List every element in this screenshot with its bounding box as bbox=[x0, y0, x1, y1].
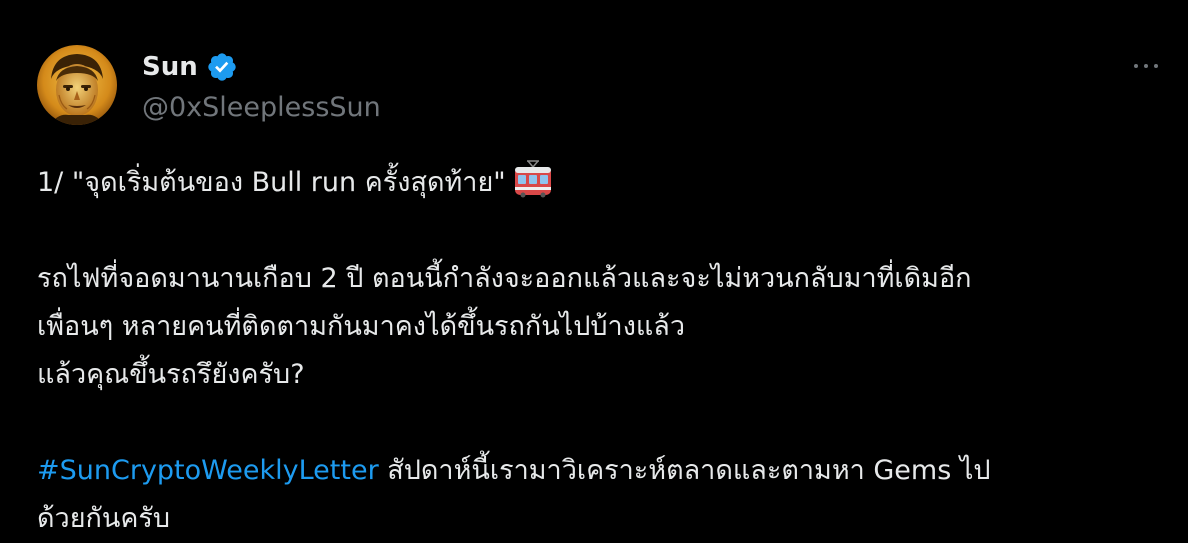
train-emoji-icon bbox=[512, 157, 554, 199]
author-info: Sun @0xSleeplessSun bbox=[142, 50, 381, 123]
avatar-image bbox=[37, 45, 117, 125]
tweet-line: แล้วคุณขึ้นรถรึยังครับ? bbox=[37, 359, 305, 390]
tweet-line: รถไฟที่จอดมานานเกือบ 2 ปี ตอนนี้กำลังจะอ… bbox=[37, 263, 972, 294]
tweet-text: 1/ "จุดเริ่มต้นของ Bull run ครั้งสุดท้าย… bbox=[37, 157, 1157, 543]
tweet-line-text: สัปดาห์นี้เรามาวิเคราะห์ตลาดและตามหา Gem… bbox=[378, 455, 991, 486]
tweet: Sun @0xSleeplessSun 1/ "จุดเริ่มต้นของ B… bbox=[0, 0, 1188, 542]
more-icon bbox=[1134, 64, 1138, 68]
tweet-line: #SunCryptoWeeklyLetter สัปดาห์นี้เรามาวิ… bbox=[37, 447, 1157, 495]
avatar[interactable] bbox=[37, 45, 117, 125]
display-name[interactable]: Sun bbox=[142, 52, 198, 82]
tweet-line: 1/ "จุดเริ่มต้นของ Bull run ครั้งสุดท้าย… bbox=[37, 157, 1157, 207]
more-icon-dot bbox=[1154, 64, 1158, 68]
tweet-line-text: 1/ "จุดเริ่มต้นของ Bull run ครั้งสุดท้าย… bbox=[37, 167, 506, 198]
name-row: Sun bbox=[142, 50, 381, 84]
hashtag-link[interactable]: #SunCryptoWeeklyLetter bbox=[37, 455, 379, 486]
verified-badge-icon[interactable] bbox=[206, 51, 238, 83]
tweet-line: เพื่อนๆ หลายคนที่ติดตามกันมาคงได้ขึ้นรถก… bbox=[37, 311, 685, 342]
more-options-button[interactable] bbox=[1126, 50, 1166, 82]
more-icon-dot bbox=[1144, 64, 1148, 68]
tweet-line: ด้วยกันครับ bbox=[37, 503, 171, 534]
user-handle[interactable]: @0xSleeplessSun bbox=[142, 92, 381, 123]
